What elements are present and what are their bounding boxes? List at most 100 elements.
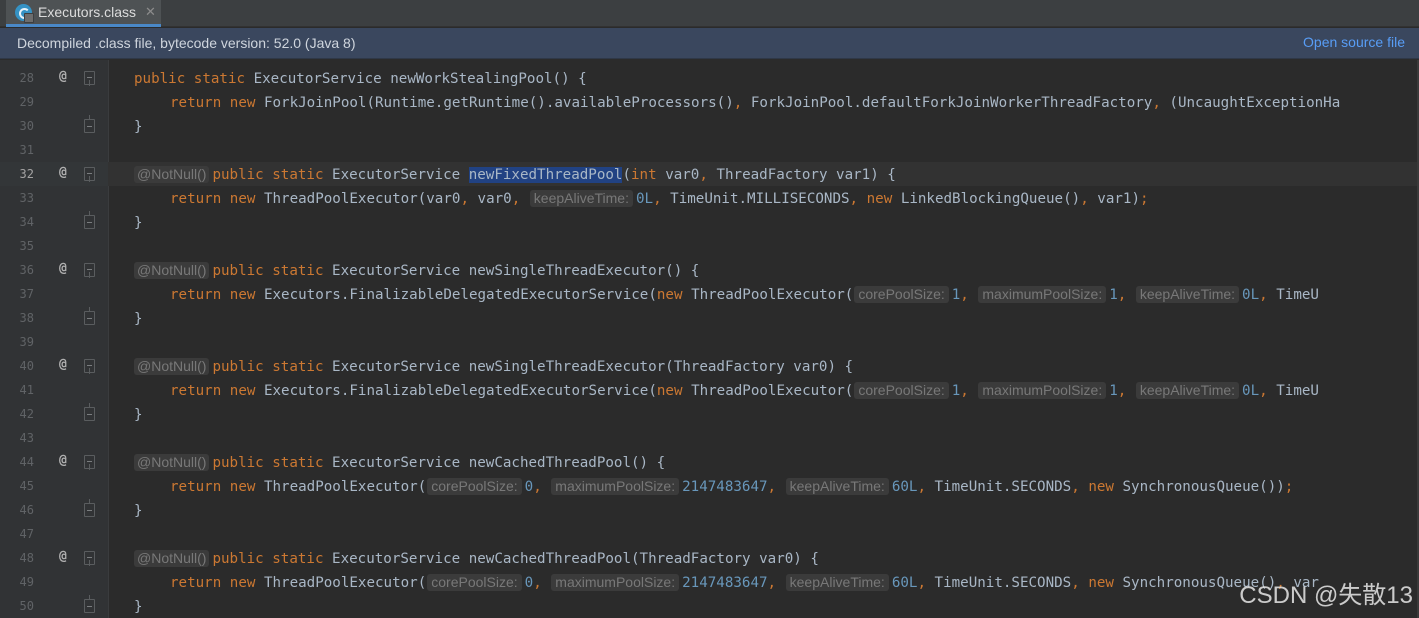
fold-end-icon[interactable] xyxy=(84,307,95,325)
line-number: 48 xyxy=(19,551,34,565)
fold-end-icon[interactable] xyxy=(84,499,95,517)
fold-start-icon[interactable] xyxy=(84,71,95,86)
fold-start-icon[interactable] xyxy=(84,455,95,470)
code-line[interactable]: 28 @ public static ExecutorService newWork… xyxy=(0,66,1419,90)
tab-label: Executors.class xyxy=(38,4,137,20)
code-line[interactable]: 47 xyxy=(0,522,1419,546)
parameter-hint: maximumPoolSize: xyxy=(551,478,680,495)
code-token: } xyxy=(134,311,143,327)
override-marker-icon[interactable]: @ xyxy=(59,261,67,276)
line-gutter: 43 xyxy=(0,426,108,450)
java-class-icon xyxy=(15,3,34,23)
override-marker-icon[interactable]: @ xyxy=(59,453,67,468)
code-token: var1) xyxy=(1097,191,1140,207)
fold-end-icon[interactable] xyxy=(84,115,95,133)
fold-start-icon[interactable] xyxy=(84,359,95,374)
code-text: } xyxy=(134,214,143,232)
annotation-hint: @NotNull() xyxy=(134,454,210,471)
code-line[interactable]: 30} xyxy=(0,114,1419,138)
code-line[interactable]: 45 return new ThreadPoolExecutor(corePool… xyxy=(0,474,1419,498)
code-token: } xyxy=(134,599,143,615)
fold-end-icon[interactable] xyxy=(84,595,95,613)
code-token: , xyxy=(511,191,529,207)
keyword-token: new xyxy=(656,287,692,303)
code-line[interactable]: 29 return new ForkJoinPool(Runtime.getRun… xyxy=(0,90,1419,114)
line-gutter: 31 xyxy=(0,138,108,162)
code-token: , xyxy=(960,287,978,303)
override-marker-icon[interactable]: @ xyxy=(59,549,67,564)
code-line[interactable]: 40 @ @NotNull() public static ExecutorServi… xyxy=(0,354,1419,378)
number-token: 2147483647 xyxy=(682,575,768,591)
fold-start-icon[interactable] xyxy=(84,167,95,182)
line-gutter: 33 xyxy=(0,186,108,210)
code-line[interactable]: 31 xyxy=(0,138,1419,162)
code-token: ExecutorService newCachedThreadPool(Thre… xyxy=(332,551,819,567)
code-line[interactable]: 42} xyxy=(0,402,1419,426)
code-line[interactable]: 49 return new ThreadPoolExecutor(corePool… xyxy=(0,570,1419,594)
close-icon[interactable]: ✕ xyxy=(145,6,156,19)
code-line[interactable]: 38} xyxy=(0,306,1419,330)
annotation-hint: @NotNull() xyxy=(134,358,210,375)
code-line[interactable]: 48 @ @NotNull() public static ExecutorServi… xyxy=(0,546,1419,570)
number-token: 0L xyxy=(1242,287,1260,303)
line-number: 39 xyxy=(19,335,34,349)
code-text: } xyxy=(134,310,143,328)
code-token: ExecutorService newSingleThreadExecutor(… xyxy=(332,359,854,375)
line-number: 31 xyxy=(19,143,34,157)
editor-tab-bar: Executors.class ✕ xyxy=(0,0,1419,27)
line-number: 34 xyxy=(19,215,34,229)
number-token: 1 xyxy=(1109,287,1118,303)
keyword-token: new xyxy=(1088,575,1123,591)
code-line[interactable]: 33 return new ThreadPoolExecutor(var0, va… xyxy=(0,186,1419,210)
override-marker-icon[interactable]: @ xyxy=(59,69,67,84)
keyword-token: public static xyxy=(212,455,333,471)
open-source-file-link[interactable]: Open source file xyxy=(1303,34,1405,50)
code-line[interactable]: 44 @ @NotNull() public static ExecutorServi… xyxy=(0,450,1419,474)
code-line[interactable]: 46} xyxy=(0,498,1419,522)
code-line[interactable]: 43 xyxy=(0,426,1419,450)
parameter-hint: corePoolSize: xyxy=(427,574,522,591)
code-line[interactable]: 37 return new Executors.FinalizableDelega… xyxy=(0,282,1419,306)
code-token: Executors.FinalizableDelegatedExecutorSe… xyxy=(263,287,657,303)
code-editor[interactable]: 28 @ public static ExecutorService newWork… xyxy=(0,60,1419,618)
line-number: 40 xyxy=(19,359,34,373)
code-line[interactable]: 34} xyxy=(0,210,1419,234)
code-line[interactable]: 41 return new Executors.FinalizableDelega… xyxy=(0,378,1419,402)
line-gutter: 46 xyxy=(0,498,108,522)
line-number: 32 xyxy=(19,167,34,181)
code-line[interactable]: 39 xyxy=(0,330,1419,354)
code-line[interactable]: 35 xyxy=(0,234,1419,258)
fold-start-icon[interactable] xyxy=(84,263,95,278)
code-text: return new Executors.FinalizableDelegate… xyxy=(170,286,1319,304)
override-marker-icon[interactable]: @ xyxy=(59,165,67,180)
code-token: , xyxy=(1071,479,1089,495)
fold-start-icon[interactable] xyxy=(84,551,95,566)
code-line[interactable]: 50} xyxy=(0,594,1419,618)
code-token: , xyxy=(1117,287,1135,303)
tab-executors-class[interactable]: Executors.class ✕ xyxy=(6,0,161,27)
line-gutter: 29 xyxy=(0,90,108,114)
fold-end-icon[interactable] xyxy=(84,211,95,229)
override-marker-icon[interactable]: @ xyxy=(59,357,67,372)
code-token: ExecutorService xyxy=(332,167,469,183)
code-token: ThreadPoolExecutor( xyxy=(263,479,427,495)
code-token: , xyxy=(460,191,478,207)
parameter-hint: corePoolSize: xyxy=(854,382,949,399)
code-line[interactable]: 32 @ @NotNull() public static ExecutorServi… xyxy=(0,162,1419,186)
keyword-token: public static xyxy=(134,71,254,87)
line-number: 41 xyxy=(19,383,34,397)
line-gutter: 32 @ xyxy=(0,162,108,186)
line-number: 36 xyxy=(19,263,34,277)
keyword-token: return new xyxy=(170,575,264,591)
code-text: public static ExecutorService newWorkSte… xyxy=(134,70,587,88)
code-token: ThreadPoolExecutor( xyxy=(263,575,427,591)
code-token: } xyxy=(134,119,143,135)
line-number: 28 xyxy=(19,71,34,85)
keyword-token: return new xyxy=(170,479,264,495)
keyword-token: int xyxy=(631,167,666,183)
code-token: TimeUnit.SECONDS xyxy=(934,575,1072,591)
line-gutter: 30 xyxy=(0,114,108,138)
code-line[interactable]: 36 @ @NotNull() public static ExecutorServi… xyxy=(0,258,1419,282)
line-gutter: 47 xyxy=(0,522,108,546)
fold-end-icon[interactable] xyxy=(84,403,95,421)
